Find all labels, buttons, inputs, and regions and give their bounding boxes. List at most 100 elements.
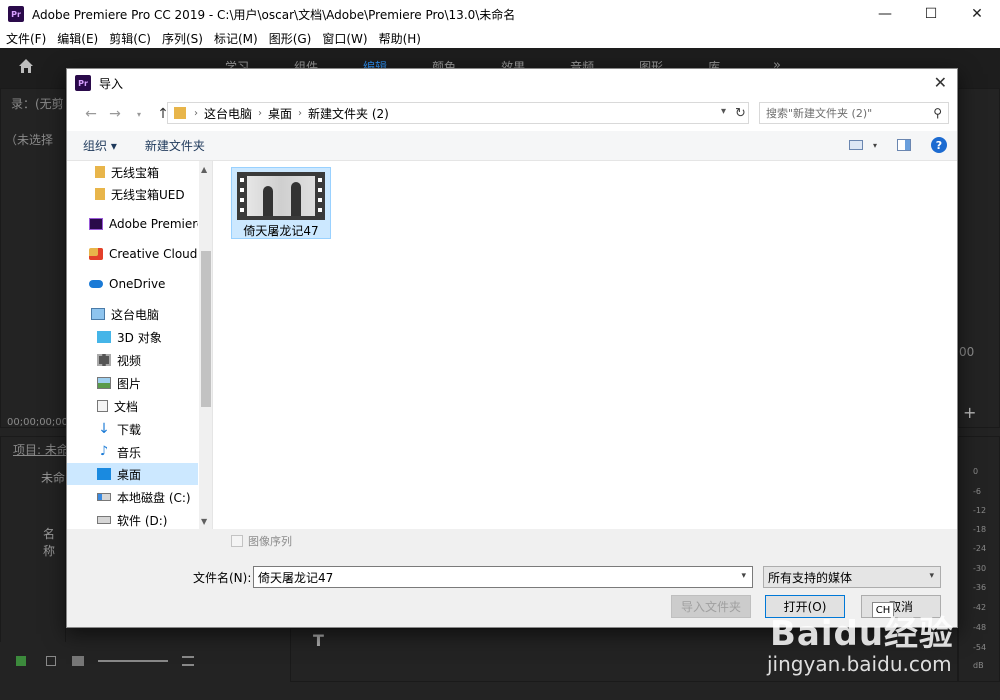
menu-edit[interactable]: 编辑(E) — [57, 30, 98, 47]
sidebar-item-label: 下载 — [117, 422, 142, 437]
sidebar-item-label: 软件 (D:) — [117, 513, 168, 528]
lock-icon[interactable] — [16, 656, 26, 666]
menu-marker[interactable]: 标记(M) — [214, 30, 258, 47]
filename-input[interactable]: 倚天屠龙记47 ▾ — [253, 566, 753, 588]
help-icon[interactable]: ? — [931, 137, 947, 153]
menu-sequence[interactable]: 序列(S) — [162, 30, 203, 47]
sidebar-item-wireless-box-ued[interactable]: 无线宝箱UED — [67, 183, 198, 205]
search-placeholder: 搜索"新建文件夹 (2)" — [766, 107, 873, 120]
image-sequence-option[interactable]: 图像序列 — [231, 533, 292, 549]
search-input[interactable]: 搜索"新建文件夹 (2)" ⚲ — [759, 102, 949, 124]
maximize-button[interactable]: ☐ — [908, 0, 954, 28]
drive-icon — [97, 516, 111, 524]
folder-icon — [95, 166, 105, 178]
sidebar-item-adobe-premiere[interactable]: Adobe Premiere — [67, 213, 198, 235]
view-options-icon[interactable] — [848, 140, 863, 150]
project-name: 未命 — [41, 471, 66, 485]
sidebar-item-videos[interactable]: 视频 — [67, 349, 198, 371]
sidebar-item-label: 视频 — [117, 353, 142, 368]
sort-icon[interactable] — [182, 656, 194, 666]
icon-view-icon[interactable] — [72, 656, 84, 666]
app-title: Adobe Premiere Pro CC 2019 - C:\用户\oscar… — [32, 7, 516, 22]
bottom-toolbar — [0, 642, 290, 682]
menu-clip[interactable]: 剪辑(C) — [109, 30, 151, 47]
dialog-title: 导入 — [99, 76, 124, 91]
home-icon[interactable] — [18, 58, 34, 74]
picture-icon — [97, 377, 111, 389]
creative-cloud-icon — [89, 248, 103, 260]
scroll-up-icon[interactable]: ▲ — [201, 165, 207, 174]
sidebar-item-creative-cloud[interactable]: Creative Cloud F — [67, 243, 198, 265]
app-titlebar: Pr Adobe Premiere Pro CC 2019 - C:\用户\os… — [0, 0, 1000, 28]
sidebar-item-label: 无线宝箱UED — [111, 187, 185, 202]
project-tab[interactable]: 项目: 未命 — [13, 441, 69, 458]
name-column-header[interactable]: 名称 — [43, 525, 65, 559]
sidebar-item-label: Creative Cloud F — [109, 247, 198, 261]
organize-button[interactable]: 组织 ▾ — [83, 137, 117, 154]
close-button[interactable]: ✕ — [954, 0, 1000, 28]
refresh-icon[interactable]: ↻ — [735, 106, 746, 121]
meter-tick: -48 — [973, 623, 987, 632]
sidebar-item-documents[interactable]: 文档 — [67, 395, 198, 417]
video-icon — [97, 354, 111, 366]
dialog-close-icon[interactable]: ✕ — [934, 73, 947, 92]
film-sprocket — [240, 188, 244, 192]
sidebar-item-this-pc[interactable]: 这台电脑 — [67, 303, 198, 325]
file-item[interactable]: 倚天屠龙记47 — [231, 167, 331, 239]
meter-tick: -42 — [973, 603, 987, 612]
view-dropdown-icon[interactable]: ▾ — [873, 141, 877, 150]
sidebar-item-music[interactable]: ♪ 音乐 — [67, 441, 198, 463]
new-folder-button[interactable]: 新建文件夹 — [145, 137, 205, 154]
film-sprocket — [318, 178, 322, 182]
menu-window[interactable]: 窗口(W) — [322, 30, 367, 47]
add-button-icon[interactable]: + — [963, 403, 976, 422]
source-label: 录：(无剪 — [11, 97, 64, 111]
download-icon: ↓ — [98, 421, 110, 437]
filename-dropdown-icon[interactable]: ▾ — [741, 571, 746, 581]
breadcrumb-current-folder[interactable]: 新建文件夹 (2) — [308, 105, 389, 122]
sidebar-item-software-d[interactable]: 软件 (D:) — [67, 509, 198, 529]
menu-file[interactable]: 文件(F) — [6, 30, 46, 47]
dropdown-chevron-icon[interactable]: ▾ — [127, 110, 151, 119]
type-tool-icon[interactable]: T — [313, 631, 324, 650]
sidebar-item-downloads[interactable]: ↓ 下载 — [67, 418, 198, 440]
cube-icon — [97, 331, 111, 343]
sidebar-item-pictures[interactable]: 图片 — [67, 372, 198, 394]
scroll-down-icon[interactable]: ▼ — [201, 517, 207, 526]
cloud-icon — [89, 280, 103, 288]
sidebar-item-onedrive[interactable]: OneDrive — [67, 273, 198, 295]
scroll-thumb[interactable] — [201, 251, 211, 407]
menu-graphics[interactable]: 图形(G) — [269, 30, 312, 47]
filename-label: 文件名(N): — [193, 571, 252, 585]
file-type-dropdown-icon[interactable]: ▾ — [929, 571, 934, 581]
import-folder-button[interactable]: 导入文件夹 — [671, 595, 751, 618]
minimize-button[interactable]: — — [862, 0, 908, 28]
menu-help[interactable]: 帮助(H) — [379, 30, 421, 47]
breadcrumb-desktop[interactable]: 桌面 — [268, 105, 292, 122]
sidebar-item-local-disk-c[interactable]: 本地磁盘 (C:) — [67, 486, 198, 508]
breadcrumb-this-pc[interactable]: 这台电脑 — [204, 105, 252, 122]
sidebar-item-label: 音乐 — [117, 445, 142, 460]
sidebar-item-3d-objects[interactable]: 3D 对象 — [67, 326, 198, 348]
zoom-slider[interactable] — [98, 660, 168, 662]
file-type-select[interactable]: 所有支持的媒体 ▾ — [763, 566, 941, 588]
address-bar[interactable]: › 这台电脑 › 桌面 › 新建文件夹 (2) ▾ — [167, 102, 749, 124]
watermark-url: jingyan.baidu.com — [767, 652, 952, 676]
list-view-icon[interactable] — [46, 656, 56, 666]
search-icon[interactable]: ⚲ — [933, 106, 942, 120]
meter-unit: dB — [973, 661, 984, 670]
premiere-app-icon: Pr — [8, 6, 24, 22]
dialog-body: 无线宝箱 无线宝箱UED Adobe Premiere Creative Clo… — [67, 161, 957, 529]
address-dropdown-icon[interactable]: ▾ — [721, 106, 726, 117]
image-sequence-checkbox[interactable] — [231, 535, 243, 547]
sidebar-scrollbar[interactable]: ▲ ▼ — [199, 161, 212, 529]
sidebar-item-desktop[interactable]: 桌面 — [67, 463, 198, 485]
meter-tick: -18 — [973, 525, 987, 534]
back-arrow-icon[interactable]: ← — [79, 106, 103, 122]
preview-pane-icon[interactable] — [897, 139, 911, 151]
film-sprocket — [318, 208, 322, 212]
program-timecode: 00 — [959, 345, 975, 359]
forward-arrow-icon[interactable]: → — [103, 106, 127, 122]
sidebar-item-wireless-box[interactable]: 无线宝箱 — [67, 161, 198, 183]
film-sprocket — [240, 198, 244, 202]
